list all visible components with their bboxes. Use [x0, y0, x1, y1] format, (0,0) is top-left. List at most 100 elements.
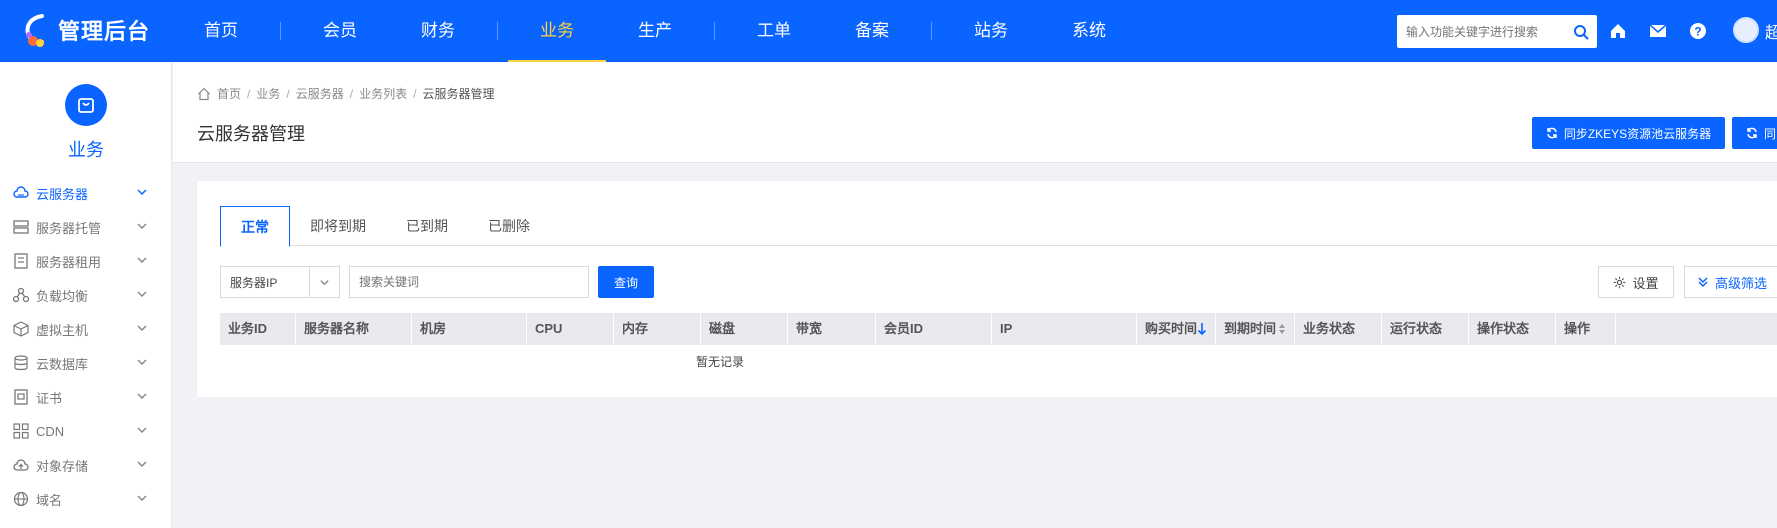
chevron-down-icon: [137, 257, 147, 264]
database-icon: [12, 355, 29, 372]
nav-business[interactable]: 业务: [508, 0, 606, 62]
nav-filing[interactable]: 备案: [823, 0, 921, 62]
settings-label: 设置: [1632, 275, 1659, 291]
sidebar-item-label: 对象存储: [36, 458, 89, 474]
nav-site[interactable]: 站务: [942, 0, 1040, 62]
sidebar-item-load-balance[interactable]: 负载均衡: [0, 278, 172, 312]
sidebar-item-label: 服务器租用: [36, 254, 102, 270]
brand-logo[interactable]: 管理后台: [22, 12, 150, 48]
keyword-input[interactable]: [349, 266, 589, 298]
cloud-icon: [12, 185, 29, 202]
network-icon: [12, 287, 29, 304]
sort-desc-icon[interactable]: [1197, 322, 1207, 336]
sidebar-item-cloud-server[interactable]: 云服务器: [0, 176, 172, 210]
logo-icon: [25, 14, 44, 47]
filter-bar: 服务器IP 查询: [220, 266, 654, 298]
chevron-down-icon: [137, 223, 147, 230]
sidebar-item-certificate[interactable]: 证书: [0, 380, 172, 414]
breadcrumb-separator: /: [349, 86, 354, 101]
sync-zkeys-button[interactable]: 同步ZKEYS资源池云服务器: [1532, 117, 1725, 149]
breadcrumb-current: 云服务器管理: [422, 87, 495, 101]
breadcrumb-business[interactable]: 业务: [256, 85, 280, 102]
nav-finance[interactable]: 财务: [389, 0, 487, 62]
content-card: 正常 即将到期 已到期 已删除 服务器IP 查询 设置 高级筛选 业务ID 服务…: [197, 181, 1777, 397]
sidebar-item-hosting[interactable]: 服务器托管: [0, 210, 172, 244]
nav-system[interactable]: 系统: [1040, 0, 1138, 62]
chevron-down-icon: [137, 461, 147, 468]
sidebar-item-virtual-host[interactable]: 虚拟主机: [0, 312, 172, 346]
search-icon[interactable]: [1565, 24, 1597, 40]
sidebar-item-database[interactable]: 云数据库: [0, 346, 172, 380]
sync-other-button[interactable]: 同: [1732, 117, 1777, 149]
sync-icon: [1747, 127, 1757, 139]
home-icon[interactable]: [1607, 20, 1629, 42]
nav-production[interactable]: 生产: [606, 0, 704, 62]
sidebar-item-object-storage[interactable]: 对象存储: [0, 448, 172, 482]
chevron-down-icon: [137, 359, 147, 366]
sidebar-item-cdn[interactable]: CDN: [0, 414, 172, 448]
nav-home[interactable]: 首页: [172, 0, 270, 62]
main-nav: 首页 会员 财务 业务 生产 工单 备案 站务 系统: [172, 0, 1138, 62]
col-disk: 磁盘: [701, 313, 788, 345]
col-business-status: 业务状态: [1295, 313, 1382, 345]
header-icons: ?: [1607, 0, 1709, 62]
page-header: 首页 / 业务 / 云服务器 / 业务列表 / 云服务器管理 云服务器管理 同步…: [173, 62, 1777, 163]
sync-zkeys-label: 同步ZKEYS资源池云服务器: [1563, 126, 1712, 141]
username[interactable]: 超: [1765, 19, 1777, 43]
server-icon: [12, 253, 29, 270]
sidebar-item-label: 虚拟主机: [36, 322, 89, 338]
search-input[interactable]: [1397, 16, 1565, 47]
sidebar-item-label: 负载均衡: [36, 288, 89, 304]
col-member-id: 会员ID: [876, 313, 992, 345]
avatar[interactable]: [1733, 17, 1759, 43]
cloud-upload-icon: [12, 457, 29, 474]
page-title: 云服务器管理: [197, 124, 305, 144]
double-chevron-down-icon: [1698, 277, 1708, 288]
table-header: 业务ID 服务器名称 机房 CPU 内存 磁盘 带宽 会员ID IP 购买时间 …: [220, 313, 1777, 345]
sort-icon[interactable]: [1278, 323, 1286, 335]
col-server-name: 服务器名称: [296, 313, 412, 345]
sidebar-item-label: 云数据库: [36, 356, 89, 372]
bag-icon: [65, 84, 107, 126]
col-run-status: 运行状态: [1382, 313, 1469, 345]
tab-normal[interactable]: 正常: [220, 206, 290, 247]
query-button[interactable]: 查询: [598, 266, 654, 298]
breadcrumb-home[interactable]: 首页: [217, 85, 241, 102]
sidebar-item-rental[interactable]: 服务器租用: [0, 244, 172, 278]
col-cpu: CPU: [527, 313, 614, 345]
col-memory: 内存: [614, 313, 701, 345]
breadcrumb-business-list[interactable]: 业务列表: [359, 85, 407, 102]
chevron-down-icon: [137, 325, 147, 332]
chevron-down-icon: [309, 267, 339, 297]
sync-icon: [1547, 127, 1557, 139]
nav-divider: [497, 22, 498, 40]
sidebar-menu: 云服务器 服务器托管 服务器租用 负载均衡 虚拟主机 云数据库 证书 CDN 对…: [0, 176, 172, 516]
tab-expired[interactable]: 已到期: [386, 206, 468, 246]
advanced-filter-button[interactable]: 高级筛选: [1684, 266, 1777, 298]
nav-members[interactable]: 会员: [291, 0, 389, 62]
col-business-id: 业务ID: [220, 313, 296, 345]
settings-button[interactable]: 设置: [1598, 266, 1674, 298]
cube-icon: [12, 321, 29, 338]
col-actions: 操作: [1556, 313, 1616, 345]
mail-icon[interactable]: [1647, 20, 1669, 42]
nav-tickets[interactable]: 工单: [725, 0, 823, 62]
nav-divider: [931, 22, 932, 40]
col-expire-time[interactable]: 到期时间: [1216, 313, 1295, 345]
field-select[interactable]: 服务器IP: [220, 266, 340, 298]
tab-expiring[interactable]: 即将到期: [290, 206, 386, 246]
breadcrumb-separator: /: [247, 86, 251, 101]
col-purchase-time[interactable]: 购买时间: [1137, 313, 1216, 345]
tab-deleted[interactable]: 已删除: [468, 206, 550, 246]
sync-other-label: 同: [1764, 126, 1777, 141]
help-icon[interactable]: ?: [1687, 20, 1709, 42]
nav-divider: [280, 22, 281, 40]
sidebar-item-domain[interactable]: 域名: [0, 482, 172, 516]
home-icon[interactable]: [197, 87, 211, 101]
sidebar: 业务 云服务器 服务器托管 服务器租用 负载均衡 虚拟主机 云数据库 证书 CD…: [0, 62, 172, 528]
grid-icon: [12, 423, 29, 440]
sidebar-item-label: 服务器托管: [36, 220, 102, 236]
nav-divider: [714, 22, 715, 40]
col-purchase-time-label: 购买时间: [1145, 321, 1198, 336]
breadcrumb-cloud-server[interactable]: 云服务器: [296, 85, 344, 102]
